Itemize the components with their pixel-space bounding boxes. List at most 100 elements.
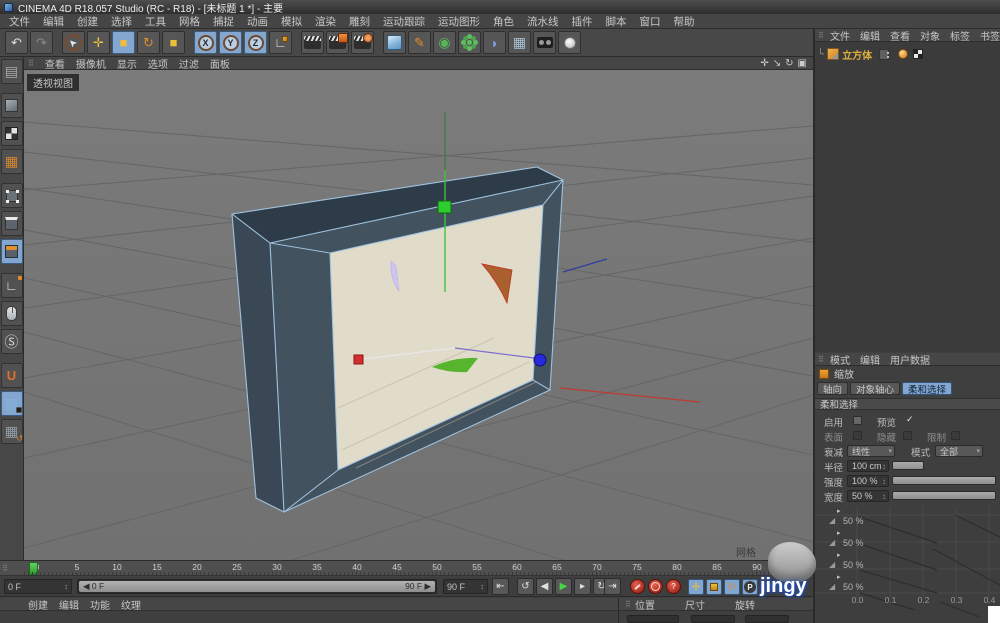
vp-menu-cameras[interactable]: 摄像机 — [76, 56, 106, 71]
falloff-row-value[interactable]: 50 % — [843, 582, 864, 592]
falloff-row-2[interactable]: ▸ ◢ 50 % — [815, 551, 995, 572]
am-menu-edit[interactable]: 编辑 — [860, 352, 880, 367]
menu-item-16[interactable]: 脚本 — [606, 14, 627, 29]
mat-menu-texture[interactable]: 纹理 — [121, 597, 141, 612]
menu-item-8[interactable]: 模拟 — [281, 14, 302, 29]
autokey-button[interactable] — [648, 579, 663, 594]
goto-start-button[interactable]: ⇤ — [492, 578, 509, 595]
deformer-button[interactable]: ◗ — [483, 31, 506, 54]
strength-field[interactable]: 100 % ↕ — [847, 475, 889, 487]
lock-x-button[interactable]: X — [194, 31, 217, 54]
position-x-field[interactable] — [627, 615, 679, 623]
record-keyframe-button[interactable] — [630, 579, 645, 594]
om-menu-edit[interactable]: 编辑 — [860, 28, 880, 43]
edges-mode-button[interactable] — [1, 211, 23, 236]
width-slider[interactable] — [892, 491, 996, 500]
end-frame-field[interactable]: 90 F ↕ — [443, 579, 488, 594]
preview-range-bar[interactable]: ◀ 0 F 90 F ▶ — [79, 581, 435, 592]
falloff-row-0[interactable]: ▸ ◢ 50 % — [815, 507, 995, 528]
menu-item-4[interactable]: 工具 — [145, 14, 166, 29]
key-scale-toggle[interactable] — [706, 579, 722, 595]
om-menu-tags[interactable]: 标签 — [950, 28, 970, 43]
width-field[interactable]: 50 % ↕ — [847, 490, 889, 502]
radius-field[interactable]: 100 cm ↕ — [847, 460, 889, 472]
tab-object-axis[interactable]: 对象轴心 — [850, 382, 900, 395]
render-settings-button[interactable] — [351, 31, 374, 54]
size-x-field[interactable] — [691, 615, 735, 623]
rotate-view-icon[interactable]: ↻ — [785, 58, 793, 69]
falloff-graph[interactable]: ▸ ◢ 50 % ▸ ◢ 50 % ▸ ◢ 50 % ▸ ◢ 50 % — [815, 507, 1000, 623]
vp-menu-display[interactable]: 显示 — [117, 56, 137, 71]
texture-mode-button[interactable] — [1, 121, 23, 146]
vp-menu-options[interactable]: 选项 — [148, 56, 168, 71]
falloff-row-value[interactable]: 50 % — [843, 560, 864, 570]
cube-object[interactable] — [232, 167, 563, 512]
hidden-checkbox[interactable] — [903, 431, 912, 440]
light-button[interactable] — [558, 31, 581, 54]
menu-item-15[interactable]: 插件 — [572, 14, 593, 29]
live-selection-button[interactable]: ➤ — [62, 31, 85, 54]
radius-slider[interactable] — [892, 461, 924, 470]
subdivision-surface-button[interactable]: ◉ — [433, 31, 456, 54]
menu-item-3[interactable]: 选择 — [111, 14, 132, 29]
am-menu-mode[interactable]: 模式 — [830, 352, 850, 367]
move-tool-button[interactable]: ✛ — [87, 31, 110, 54]
enable-axis-button[interactable]: ∟ — [1, 273, 23, 298]
lock-z-button[interactable]: Z — [244, 31, 267, 54]
falloff-row-3[interactable]: ▸ ◢ 50 % — [815, 573, 995, 594]
mograph-array-button[interactable] — [458, 31, 481, 54]
menu-item-11[interactable]: 运动跟踪 — [383, 14, 425, 29]
falloff-row-value[interactable]: 50 % — [843, 538, 864, 548]
restrict-checkbox[interactable] — [951, 431, 960, 440]
zoom-view-icon[interactable]: ↘ — [773, 58, 781, 69]
keyframe-selection-button[interactable]: ? — [666, 579, 681, 594]
om-menu-object[interactable]: 对象 — [920, 28, 940, 43]
object-list[interactable]: └ 立方体 — [815, 42, 1000, 352]
menu-item-1[interactable]: 编辑 — [43, 14, 64, 29]
soft-selection-section-header[interactable]: 柔和选择 — [815, 398, 1000, 410]
key-rotation-toggle[interactable]: ↻ — [724, 579, 740, 595]
end-stepper-icon[interactable]: ↕ — [480, 582, 484, 591]
goto-end-button[interactable]: ⇥ — [604, 578, 621, 595]
vp-menu-filter[interactable]: 过滤 — [179, 56, 199, 71]
camera-button[interactable] — [533, 31, 556, 54]
falloff-row-1[interactable]: ▸ ◢ 50 % — [815, 529, 995, 550]
y-scale-handle[interactable] — [438, 201, 451, 213]
undo-button[interactable]: ↶ — [5, 31, 28, 54]
visibility-dots-icon[interactable] — [879, 49, 889, 60]
lock-y-button[interactable]: Y — [219, 31, 242, 54]
model-mode-button[interactable] — [1, 93, 23, 118]
am-menu-userdata[interactable]: 用户数据 — [890, 352, 930, 367]
menu-item-12[interactable]: 运动图形 — [438, 14, 480, 29]
align-workplane-button[interactable]: ▦↺ — [1, 419, 23, 444]
expand-arrow-icon[interactable]: ▸ — [837, 507, 841, 515]
frame-stepper-icon[interactable]: ↕ — [64, 582, 68, 591]
mat-menu-function[interactable]: 功能 — [90, 597, 110, 612]
uvw-mode-button[interactable]: ▦ — [1, 149, 23, 174]
menu-item-17[interactable]: 窗口 — [640, 14, 661, 29]
x-scale-handle[interactable] — [354, 355, 363, 364]
previous-frame-button[interactable]: ◀ — [536, 578, 553, 595]
panel-handle-icon[interactable]: ⠿ — [28, 59, 34, 68]
surface-checkbox[interactable] — [853, 431, 862, 440]
enable-checkbox[interactable] — [853, 416, 862, 425]
object-name-label[interactable]: 立方体 — [842, 47, 872, 62]
coordinate-system-button[interactable]: ∟ — [269, 31, 292, 54]
coord-handle-icon[interactable]: ⠿ — [625, 600, 631, 609]
vp-menu-panel[interactable]: 面板 — [210, 56, 230, 71]
om-handle-icon[interactable]: ⠿ — [818, 31, 824, 40]
tab-axis[interactable]: 轴向 — [817, 382, 848, 395]
menu-item-18[interactable]: 帮助 — [674, 14, 695, 29]
render-view-button[interactable] — [301, 31, 324, 54]
primitive-cube-button[interactable] — [383, 31, 406, 54]
polygons-mode-button[interactable] — [1, 239, 23, 264]
om-menu-bookmarks[interactable]: 书签 — [980, 28, 1000, 43]
object-row-cube[interactable]: └ 立方体 — [817, 47, 923, 61]
next-frame-button[interactable]: ▸ — [574, 578, 591, 595]
preview-range-slider[interactable]: ◀ 0 F 90 F ▶ — [77, 579, 437, 594]
vp-menu-view[interactable]: 查看 — [45, 56, 65, 71]
falloff-dropdown[interactable]: 线性 ▾ — [847, 445, 895, 457]
spline-pen-button[interactable]: ✎ — [408, 31, 431, 54]
viewport-solo-button[interactable] — [1, 301, 23, 326]
key-parameter-toggle[interactable]: P — [742, 579, 758, 595]
